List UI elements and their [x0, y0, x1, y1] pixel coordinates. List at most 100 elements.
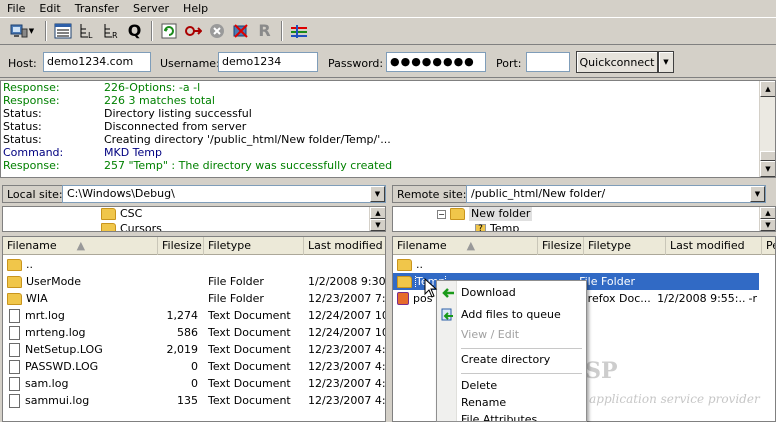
refresh-button[interactable] [157, 20, 180, 42]
context-download[interactable]: Download [461, 284, 516, 302]
log-scrollbar[interactable]: ▲ ▼ [759, 81, 775, 177]
file-modified-cell: 12/23/2007 4:2 [308, 360, 386, 373]
quickconnect-dropdown-button[interactable]: ▼ [658, 51, 674, 73]
log-row: Response: 226-Options: -a -l [1, 81, 775, 94]
column-header-filename[interactable]: Filename ▲ [393, 237, 538, 255]
menubar: File Edit Transfer Server Help [0, 0, 776, 17]
column-header-filesize[interactable]: Filesize [538, 237, 584, 255]
scroll-thumb[interactable] [760, 151, 775, 161]
context-delete[interactable]: Delete [461, 377, 497, 395]
file-row[interactable]: UserMode File Folder 1/2/2008 9:30:3 [3, 273, 385, 290]
message-log[interactable]: Response: 226-Options: -a -l Response: 226 … [0, 80, 776, 178]
log-row-text: Creating directory '/public_html/New fol… [104, 133, 391, 146]
file-name: NetSetup.LOG [25, 342, 103, 356]
file-size-cell: 0 [191, 360, 198, 373]
chevron-down-icon: ▼ [663, 58, 669, 66]
file-row[interactable]: WIA File Folder 12/23/2007 7:19 [3, 290, 386, 307]
context-rename[interactable]: Rename [461, 394, 506, 412]
local-tree-scrollbar[interactable]: ▲ ▼ [369, 207, 385, 231]
log-icon [54, 23, 71, 39]
menu-help[interactable]: Help [176, 0, 215, 17]
file-name-cell: .. [3, 258, 158, 271]
compare-button[interactable] [287, 20, 310, 42]
file-name-cell: mrteng.log [3, 325, 158, 340]
file-size-cell: 0 [191, 377, 198, 390]
local-path-dropdown[interactable]: ▼ [370, 186, 385, 202]
username-input[interactable]: demo1234 [218, 52, 318, 72]
file-modified-cell: 12/23/2007 4:2 [308, 377, 386, 390]
remote-tree[interactable]: − New folder ? Temp ▲ ▼ [392, 206, 776, 232]
tree-item[interactable]: Cursors [101, 222, 162, 231]
column-header-filesize[interactable]: Filesize [158, 237, 204, 255]
scroll-down-button[interactable]: ▼ [370, 219, 385, 231]
process-queue-button[interactable] [181, 20, 204, 42]
context-view-edit: View / Edit [461, 328, 520, 341]
chevron-down-icon[interactable]: ▼ [29, 27, 34, 35]
file-row[interactable]: PASSWD.LOG 0 Text Document 12/23/2007 4:2 [3, 358, 386, 375]
file-row[interactable]: .. [3, 256, 385, 273]
remote-path-dropdown[interactable]: ▼ [750, 186, 765, 202]
cancel-button[interactable] [205, 20, 228, 42]
file-name: .. [26, 258, 33, 271]
scroll-up-button[interactable]: ▲ [760, 207, 775, 219]
toggle-log-button[interactable] [51, 20, 74, 42]
toggle-local-tree-button[interactable]: L [75, 20, 98, 42]
local-file-list-header: Filename ▲ Filesize Filetype Last modifie… [3, 237, 385, 255]
tree-item-label: New folder [469, 207, 533, 221]
file-modified-cell: 12/23/2007 7:19 [308, 292, 386, 305]
tree-item[interactable]: ? Temp [475, 222, 519, 231]
disconnect-button[interactable] [229, 20, 252, 42]
file-name-cell: WIA [3, 292, 158, 305]
column-header-filetype[interactable]: Filetype [584, 237, 666, 255]
file-row[interactable]: NetSetup.LOG 2,019 Text Document 12/23/2007… [3, 341, 385, 358]
file-row[interactable]: sammui.log 135 Text Document 12/23/2007 4:3 [3, 392, 385, 409]
column-header-permissions[interactable]: Pe [762, 237, 775, 255]
scroll-down-button[interactable]: ▼ [760, 219, 775, 231]
context-create-directory[interactable]: Create directory [461, 351, 550, 369]
file-row[interactable]: sam.log 0 Text Document 12/23/2007 4:2 [3, 375, 386, 392]
port-input[interactable] [526, 52, 570, 72]
menu-transfer[interactable]: Transfer [68, 0, 126, 17]
folder-icon [7, 276, 22, 288]
reconnect-button[interactable]: R [253, 20, 276, 42]
file-row[interactable]: mrteng.log 586 Text Document 12/24/2007 10:… [3, 324, 385, 341]
context-file-attributes[interactable]: File Attributes... [461, 411, 548, 421]
folder-icon [7, 293, 22, 305]
host-input[interactable]: demo1234.com [43, 52, 151, 72]
scroll-down-button[interactable]: ▼ [760, 161, 775, 177]
local-file-list[interactable]: Filename ▲ Filesize Filetype Last modifie… [2, 236, 386, 422]
file-row[interactable]: .. [393, 256, 759, 273]
file-row[interactable]: mrt.log 1,274 Text Document 12/24/2007 10:4 [3, 307, 385, 324]
log-row-type: Command: [3, 146, 64, 159]
collapse-icon[interactable]: − [437, 209, 446, 219]
local-path-combo[interactable]: C:\Windows\Debug\ ▼ [62, 185, 386, 203]
scroll-up-button[interactable]: ▲ [370, 207, 385, 219]
column-header-filetype[interactable]: Filetype [204, 237, 304, 255]
menu-edit[interactable]: Edit [32, 0, 67, 17]
local-tree[interactable]: CSC Cursors ▲ ▼ [2, 206, 386, 232]
file-size-cell: 586 [177, 326, 198, 339]
tree-item[interactable]: CSC [101, 207, 142, 221]
toggle-queue-button[interactable]: Q [123, 20, 146, 42]
menu-server[interactable]: Server [126, 0, 176, 17]
quickconnect-button[interactable]: Quickconnect [576, 51, 658, 73]
toggle-remote-tree-button[interactable]: R [99, 20, 122, 42]
remote-tree-scrollbar[interactable]: ▲ ▼ [759, 207, 775, 231]
scroll-up-button[interactable]: ▲ [760, 81, 775, 97]
log-row-text: Directory listing successful [104, 107, 252, 120]
file-type-cell: File Folder [208, 275, 264, 288]
context-add-to-queue[interactable]: Add files to queue [461, 306, 561, 324]
tree-item[interactable]: − New folder [437, 207, 533, 221]
file-name: sammui.log [25, 393, 90, 407]
log-row: Status: Directory listing successful [1, 107, 775, 120]
column-header-last-modified[interactable]: Last modified [304, 237, 385, 255]
file-name: PASSWD.LOG [25, 359, 99, 373]
remote-path-combo[interactable]: /public_html/New folder/ ▼ [466, 185, 766, 203]
password-input[interactable]: ●●●●●●●● [386, 52, 486, 72]
site-manager-button[interactable]: ▼ [4, 20, 40, 42]
menu-file[interactable]: File [0, 0, 32, 17]
column-header-filename[interactable]: Filename ▲ [3, 237, 158, 255]
column-header-last-modified[interactable]: Last modified [666, 237, 762, 255]
log-row-text: 226 3 matches total [104, 94, 215, 107]
log-row: Response: 226 3 matches total [1, 94, 775, 107]
